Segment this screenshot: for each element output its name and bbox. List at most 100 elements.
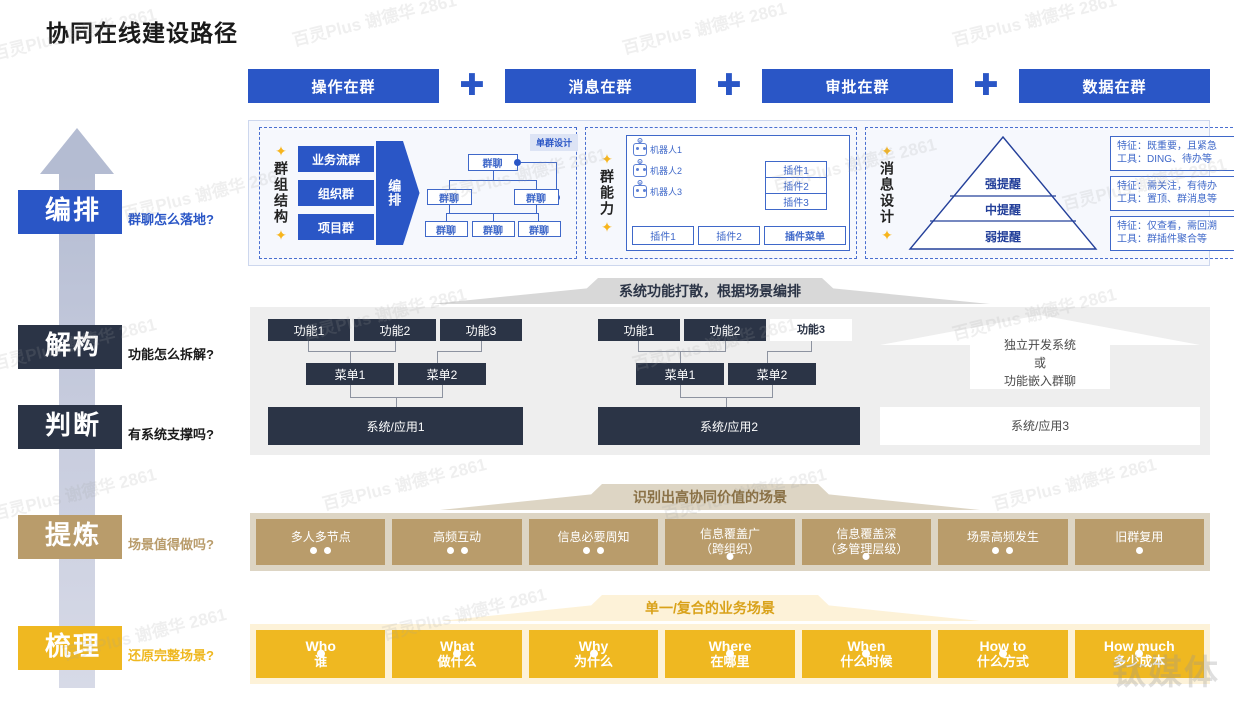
group-type-xiangmuqun[interactable]: 项目群 (298, 214, 374, 240)
robot-icon (633, 164, 647, 177)
refine-label-line1: 多人多节点 (290, 530, 351, 544)
sort-dot (453, 649, 462, 658)
robot-item[interactable]: 机器人1 (633, 143, 682, 156)
tree-line (492, 171, 494, 180)
sort-row: Who 谁 What 做什么 Why 为什么 Where 在哪里 When 什么… (250, 624, 1210, 684)
refine-label-line1: 高频互动 (433, 530, 482, 544)
refine-item-5[interactable]: 场景高频发生 (938, 519, 1068, 565)
function-box-2-1[interactable]: 功能1 (598, 319, 680, 341)
sort-item-howmuch[interactable]: How much 多少成本 (1074, 630, 1204, 678)
tree-line (448, 180, 537, 181)
top-button-row: 操作在群 ✚ 消息在群 ✚ 审批在群 ✚ 数据在群 (248, 68, 1210, 104)
group-type-zuzhiqun[interactable]: 组织群 (298, 180, 374, 206)
function-box-1-3[interactable]: 功能3 (440, 319, 522, 341)
robot-icon (633, 185, 647, 198)
sort-item-howto[interactable]: How to 什么方式 (938, 630, 1068, 678)
plugin-menu-button[interactable]: 插件菜单 (764, 226, 846, 245)
chat-node-mid[interactable]: 群聊 (426, 189, 472, 205)
system-box-1[interactable]: 系统/应用1 (268, 407, 523, 445)
sort-item-why[interactable]: Why 为什么 (528, 630, 659, 678)
group-type-list: 业务流群 组织群 项目群 (298, 146, 374, 240)
sort-item-who[interactable]: Who 谁 (256, 630, 386, 678)
stage-item-jiegou[interactable]: 解构 功能怎么拆解? (18, 325, 214, 369)
top-button-caozuo[interactable]: 操作在群 (248, 69, 439, 103)
watermark: 百灵Plus 谢德华 2861 (620, 0, 789, 59)
watermark: 百灵Plus 谢德华 2861 (990, 454, 1159, 515)
panel-group-structure: ✦ 群组结构 ✦ 业务流群 组织群 项目群 编排 单群设计 群聊 群聊 群聊 群… (259, 127, 578, 259)
connector-line (350, 385, 351, 397)
chat-node-leaf[interactable]: 群聊 (471, 221, 515, 237)
refine-item-0[interactable]: 多人多节点 (256, 519, 386, 565)
message-priority-pyramid: 强提醒 中提醒 弱提醒 (908, 135, 1098, 251)
stage-item-panduan[interactable]: 判断 有系统支撑吗? (18, 405, 214, 449)
sort-item-when[interactable]: When 什么时候 (801, 630, 932, 678)
sort-dot (316, 649, 325, 658)
stage-label: 解构 (18, 325, 122, 369)
menu-box-2-1[interactable]: 菜单1 (636, 363, 724, 385)
system-box-3[interactable]: 系统/应用3 (880, 407, 1200, 445)
menu-box-1-1[interactable]: 菜单1 (306, 363, 394, 385)
function-box-1-2[interactable]: 功能2 (354, 319, 436, 341)
decompose-section: 功能1 功能2 功能3 菜单1 菜单2 系统/应用1 功能1 功能2 功能3 菜… (250, 307, 1210, 455)
panel-group-ability: ✦ 群能力 ✦ 机器人1 机器人2 机器人3 插件1 插件2 插件3 插件1 插… (585, 127, 857, 259)
menu-box-2-2[interactable]: 菜单2 (728, 363, 816, 385)
banner-sort: 单一/复合的业务场景 (440, 595, 980, 621)
function-box-2-2[interactable]: 功能2 (684, 319, 766, 341)
tree-line (445, 213, 447, 221)
panel-title: 消息设计 (879, 161, 895, 225)
connector-line (767, 351, 768, 363)
group-type-yewuliuqun[interactable]: 业务流群 (298, 146, 374, 172)
connector-line (350, 351, 351, 363)
stage-item-tilian[interactable]: 提炼 场景值得做吗? (18, 515, 214, 559)
stage-label: 提炼 (18, 515, 122, 559)
refine-label-line1: 场景高频发生 (966, 530, 1039, 544)
tree-connector-dot (513, 159, 521, 166)
refine-item-2[interactable]: 信息必要周知 (528, 519, 659, 565)
chat-node-leaf[interactable]: 群聊 (517, 221, 561, 237)
refine-item-1[interactable]: 高频互动 (392, 519, 522, 565)
orchestrate-arrow-label: 编排 (386, 179, 402, 207)
plugin-stack-item[interactable]: 插件1 (765, 161, 827, 178)
sort-dot (862, 649, 871, 658)
menu-box-1-2[interactable]: 菜单2 (398, 363, 486, 385)
refine-item-6[interactable]: 旧群复用 (1074, 519, 1204, 565)
system-box-2[interactable]: 系统/应用2 (598, 407, 860, 445)
chat-node-root[interactable]: 群聊 (467, 154, 518, 171)
pyramid-level-medium: 中提醒 (984, 203, 1021, 217)
plugin-button-1[interactable]: 插件1 (632, 226, 694, 245)
top-button-shenpi[interactable]: 审批在群 (762, 69, 953, 103)
stage-item-shuli[interactable]: 梳理 还原完整场景? (18, 626, 214, 670)
refine-item-4[interactable]: 信息覆盖深 （多管理层级） (801, 519, 932, 565)
robot-label: 机器人1 (650, 145, 683, 155)
sort-item-where[interactable]: Where 在哪里 (665, 630, 795, 678)
robot-item[interactable]: 机器人3 (633, 185, 682, 198)
refine-item-3[interactable]: 信息覆盖广 （跨组织） (665, 519, 795, 565)
top-button-shuju[interactable]: 数据在群 (1019, 69, 1210, 103)
detail-tools: 工具：置顶、群消息等 (1117, 194, 1217, 205)
note-line-1: 独立开发系统 (1003, 338, 1076, 352)
plugin-bottom-row: 插件1 插件2 插件菜单 (632, 226, 846, 245)
chat-node-leaf[interactable]: 群聊 (424, 221, 468, 237)
stage-item-bianpai[interactable]: 编排 群聊怎么落地? (18, 190, 214, 234)
refine-dots (583, 547, 605, 554)
stage-label: 判断 (18, 405, 122, 449)
plugin-stack-item[interactable]: 插件3 (765, 193, 827, 210)
sort-item-what[interactable]: What 做什么 (392, 630, 522, 678)
tree-line (535, 205, 537, 213)
plus-icon: ✚ (716, 68, 742, 103)
plugin-button-2[interactable]: 插件2 (698, 226, 760, 245)
banner-refine: 识别出高协同价值的场景 (440, 484, 980, 510)
top-button-xiaoxi[interactable]: 消息在群 (505, 69, 696, 103)
chat-group-tree: 单群设计 群聊 群聊 群聊 群聊 群聊 群聊 (424, 134, 578, 248)
refine-dots (1135, 547, 1143, 554)
chat-node-mid[interactable]: 群聊 (513, 189, 559, 205)
robot-icon (633, 143, 647, 156)
connector-line (680, 351, 681, 363)
robot-item[interactable]: 机器人2 (633, 164, 682, 177)
plugin-stack-item[interactable]: 插件2 (765, 177, 827, 194)
function-box-2-3[interactable]: 功能3 (770, 319, 852, 341)
refine-dots (862, 553, 870, 560)
plus-icon: ✚ (973, 68, 999, 103)
function-box-1-1[interactable]: 功能1 (268, 319, 350, 341)
banner-decompose: 系统功能打散，根据场景编排 (430, 278, 990, 304)
